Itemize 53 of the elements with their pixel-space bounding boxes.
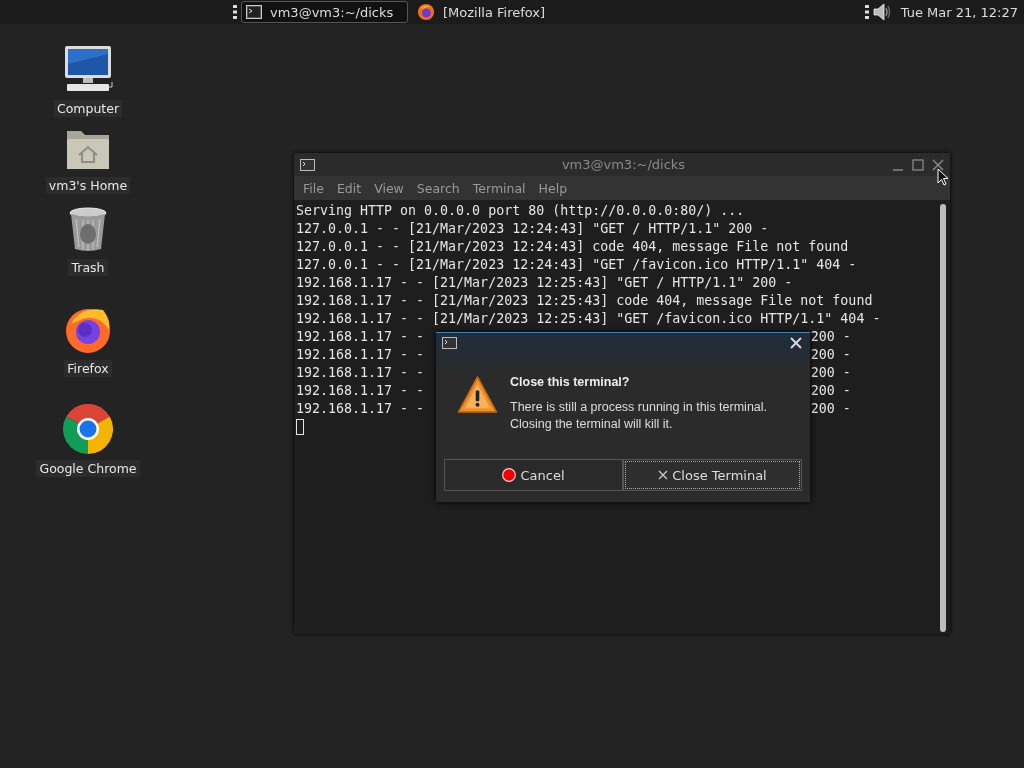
terminal-line: 192.168.1.17 - - — [296, 365, 425, 380]
terminal-line: 200 - — [810, 346, 851, 364]
terminal-line: 127.0.0.1 - - [21/Mar/2023 12:24:43] "GET /favicon.ico HTTP/1.1" 404 - — [296, 257, 857, 272]
terminal-line: 192.168.1.17 - - — [296, 401, 425, 416]
close-icon[interactable] — [932, 158, 944, 171]
window-title: vm3@vm3:~/dicks — [560, 157, 687, 172]
menu-item[interactable]: Search — [410, 180, 467, 196]
firefox-icon — [417, 3, 435, 21]
clock[interactable]: Tue Mar 21, 12:27 — [900, 4, 1018, 20]
task-button[interactable]: [Mozilla Firefox] — [412, 1, 555, 23]
grip-icon[interactable] — [233, 4, 237, 20]
stop-icon — [502, 468, 517, 482]
close-terminal-button[interactable]: Close Terminal — [623, 459, 802, 491]
menu-item[interactable]: File — [297, 180, 331, 196]
dialog-message: There is still a process running in this terminal. Closing the terminal will kill it. — [510, 399, 769, 433]
terminal-line: 192.168.1.17 - - — [296, 383, 425, 398]
grip-icon[interactable] — [864, 4, 869, 20]
speaker-icon[interactable] — [872, 2, 891, 22]
menu-item[interactable]: Help — [532, 180, 575, 196]
terminal-line: 192.168.1.17 - - — [296, 329, 425, 344]
scrollbar[interactable] — [940, 204, 946, 632]
cancel-button[interactable]: Cancel — [444, 459, 623, 491]
terminal-icon — [246, 5, 262, 19]
terminal-line: 127.0.0.1 - - [21/Mar/2023 12:24:43] "GET / HTTP/1.1" 200 - — [296, 221, 769, 236]
terminal-line: Serving HTTP on 0.0.0.0 port 80 (http://0.0.0.0:80/) ... — [296, 203, 745, 218]
menu-item[interactable]: Edit — [330, 180, 369, 196]
terminal-line: 200 - — [810, 382, 851, 400]
terminal-line: 192.168.1.17 - - [21/Mar/2023 12:25:43] code 404, message File not found — [296, 293, 873, 308]
terminal-icon — [442, 337, 457, 349]
mouse-pointer-icon — [937, 168, 949, 186]
terminal-line: 200 - — [810, 364, 851, 382]
trash-icon[interactable] — [68, 207, 108, 253]
computer-icon[interactable] — [63, 44, 113, 94]
terminal-line: 200 - — [810, 400, 851, 418]
menu-item[interactable]: Terminal — [466, 180, 533, 196]
terminal-line: 192.168.1.17 - - [21/Mar/2023 12:25:43] "GET / HTTP/1.1" 200 - — [296, 275, 793, 290]
desktop-icon-label[interactable]: Firefox — [64, 360, 112, 377]
terminal-line: 192.168.1.17 - - [21/Mar/2023 12:25:43] "GET /favicon.ico HTTP/1.1" 404 - — [296, 311, 881, 326]
maximize-icon[interactable] — [912, 158, 924, 171]
desktop-icon-label[interactable]: Computer — [53, 100, 123, 117]
terminal-line: 200 - — [810, 328, 851, 346]
desktop-icon-label[interactable]: Google Chrome — [36, 460, 140, 477]
desktop-icon-label[interactable]: Trash — [68, 259, 108, 276]
terminal-line: 127.0.0.1 - - [21/Mar/2023 12:24:43] code 404, message File not found — [296, 239, 849, 254]
terminal-line: 192.168.1.17 - - — [296, 347, 425, 362]
terminal-icon — [300, 158, 315, 171]
text-cursor — [296, 419, 304, 435]
task-button[interactable]: vm3@vm3:~/dicks — [241, 1, 408, 23]
chrome-icon[interactable] — [63, 404, 113, 454]
dialog-heading: Close this terminal? — [510, 375, 631, 389]
close-icon — [658, 470, 669, 480]
menu-item[interactable]: View — [368, 180, 411, 196]
desktop-icon-label[interactable]: vm3's Home — [45, 177, 131, 194]
